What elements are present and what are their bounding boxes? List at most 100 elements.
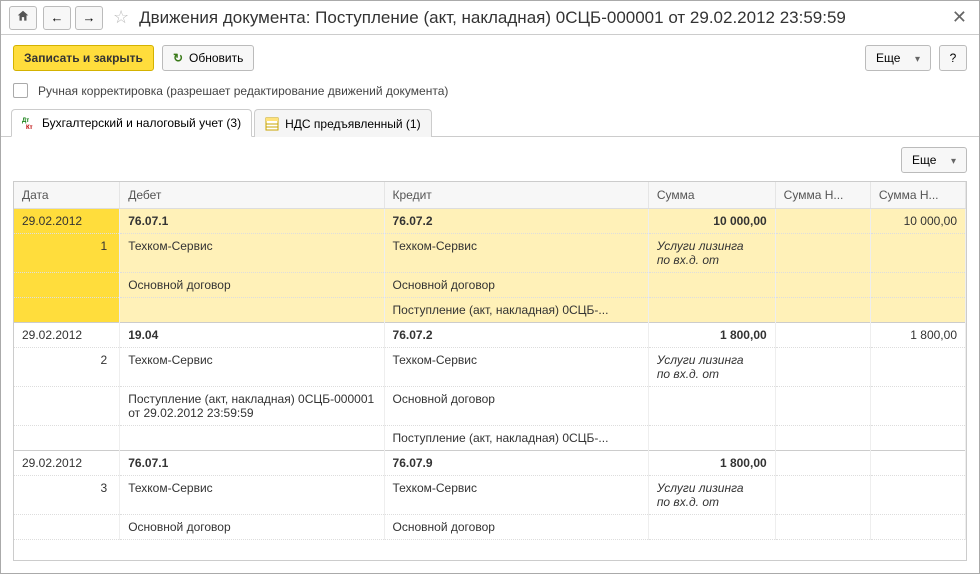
cell-note: Услуги лизингапо вх.д. от [648,348,775,387]
cell-sum-nu1 [775,323,870,348]
col-sum-nu2[interactable]: Сумма Н... [870,182,965,209]
tab-accounting[interactable]: ДтКт Бухгалтерский и налоговый учет (3) [11,109,252,137]
cell-note: Услуги лизингапо вх.д. от [648,476,775,515]
manual-edit-label: Ручная корректировка (разрешает редактир… [38,84,448,98]
cell-empty [775,476,870,515]
cell-credit-line: Поступление (акт, накладная) 0СЦБ-... [384,298,648,323]
cell-empty [870,273,965,298]
more-button[interactable]: Еще [865,45,931,71]
cell-empty [775,298,870,323]
grid-more-button[interactable]: Еще [901,147,967,173]
table-row[interactable]: Основной договорОсновной договор [14,515,966,540]
cell-debit-line: Основной договор [120,515,384,540]
table-row[interactable]: 29.02.201276.07.176.07.91 800,00 [14,451,966,476]
cell-date: 29.02.2012 [14,323,120,348]
cell-sum: 10 000,00 [648,209,775,234]
cell-debit-line: Техком-Сервис [120,348,384,387]
tab-accounting-label: Бухгалтерский и налоговый учет (3) [42,116,241,130]
close-icon[interactable]: ✕ [948,5,971,30]
cell-empty [648,387,775,426]
col-debit[interactable]: Дебет [120,182,384,209]
cell-debit-line: Основной договор [120,273,384,298]
cell-debit-acc: 19.04 [120,323,384,348]
cell-empty [14,298,120,323]
arrow-right-icon: → [83,10,96,25]
col-date[interactable]: Дата [14,182,120,209]
table-row[interactable]: 29.02.201219.0476.07.21 800,001 800,00 [14,323,966,348]
star-icon[interactable]: ☆ [109,7,133,28]
cell-credit-acc: 76.07.2 [384,323,648,348]
col-sum-nu1[interactable]: Сумма Н... [775,182,870,209]
cell-rownum: 3 [14,476,120,515]
table-row[interactable]: 3Техком-СервисТехком-СервисУслуги лизинг… [14,476,966,515]
cell-sum: 1 800,00 [648,323,775,348]
cell-empty [648,426,775,451]
chevron-down-icon [947,153,956,167]
dtkt-icon: ДтКт [22,116,36,130]
table-row[interactable]: Основной договорОсновной договор [14,273,966,298]
cell-sum-nu1 [775,209,870,234]
cell-sum-nu1 [775,451,870,476]
cell-credit-line: Поступление (акт, накладная) 0СЦБ-... [384,426,648,451]
tab-vat-label: НДС предъявленный (1) [285,117,420,131]
manual-edit-row: Ручная корректировка (разрешает редактир… [1,79,979,108]
tab-vat[interactable]: НДС предъявленный (1) [254,109,431,137]
table-row[interactable]: Поступление (акт, накладная) 0СЦБ-... [14,426,966,451]
table-row[interactable]: Поступление (акт, накладная) 0СЦБ-... [14,298,966,323]
home-button[interactable] [9,6,37,30]
cell-empty [648,273,775,298]
back-button[interactable]: ← [43,6,71,30]
cell-note: Услуги лизингапо вх.д. от [648,234,775,273]
arrow-left-icon: ← [51,10,64,25]
help-button[interactable]: ? [939,45,967,71]
cell-empty [775,348,870,387]
cell-sum-nu2 [870,451,965,476]
cell-empty [870,234,965,273]
cell-date: 29.02.2012 [14,209,120,234]
cell-debit-line [120,426,384,451]
cell-empty [775,273,870,298]
cell-empty [775,387,870,426]
cell-empty [870,387,965,426]
cell-debit-line: Техком-Сервис [120,234,384,273]
cell-credit-acc: 76.07.9 [384,451,648,476]
manual-edit-checkbox[interactable] [13,83,28,98]
cell-empty [14,515,120,540]
table-row[interactable]: 1Техком-СервисТехком-СервисУслуги лизинг… [14,234,966,273]
refresh-button[interactable]: Обновить [162,45,254,71]
more-label: Еще [876,51,900,65]
cell-date: 29.02.2012 [14,451,120,476]
cell-empty [870,515,965,540]
cell-sum: 1 800,00 [648,451,775,476]
grid[interactable]: Дата Дебет Кредит Сумма Сумма Н... Сумма… [13,181,967,561]
grid-more-label: Еще [912,153,936,167]
cell-credit-line: Техком-Сервис [384,476,648,515]
cell-empty [648,515,775,540]
cell-debit-acc: 76.07.1 [120,209,384,234]
cell-sum-nu2: 1 800,00 [870,323,965,348]
cell-credit-line: Техком-Сервис [384,234,648,273]
cell-credit-line: Основной договор [384,273,648,298]
tabs: ДтКт Бухгалтерский и налоговый учет (3) … [1,108,979,137]
titlebar: ← → ☆ Движения документа: Поступление (а… [1,1,979,35]
table-row[interactable]: 2Техком-СервисТехком-СервисУслуги лизинг… [14,348,966,387]
header-row: Дата Дебет Кредит Сумма Сумма Н... Сумма… [14,182,966,209]
save-close-button[interactable]: Записать и закрыть [13,45,154,71]
col-sum[interactable]: Сумма [648,182,775,209]
col-credit[interactable]: Кредит [384,182,648,209]
cell-empty [775,234,870,273]
refresh-icon [173,51,183,65]
table-icon [265,117,279,131]
cell-empty [775,515,870,540]
cell-empty [870,348,965,387]
table-row[interactable]: Поступление (акт, накладная) 0СЦБ-000001… [14,387,966,426]
svg-text:Кт: Кт [26,125,33,130]
chevron-down-icon [911,51,920,65]
cell-rownum: 2 [14,348,120,387]
cell-credit-line: Основной договор [384,387,648,426]
tab-content: Еще Дата Дебет Кредит Сумма Сумма Н... С… [1,137,979,573]
table-row[interactable]: 29.02.201276.07.176.07.210 000,0010 000,… [14,209,966,234]
forward-button[interactable]: → [75,6,103,30]
cell-empty [14,387,120,426]
main-toolbar: Записать и закрыть Обновить Еще ? [1,35,979,79]
